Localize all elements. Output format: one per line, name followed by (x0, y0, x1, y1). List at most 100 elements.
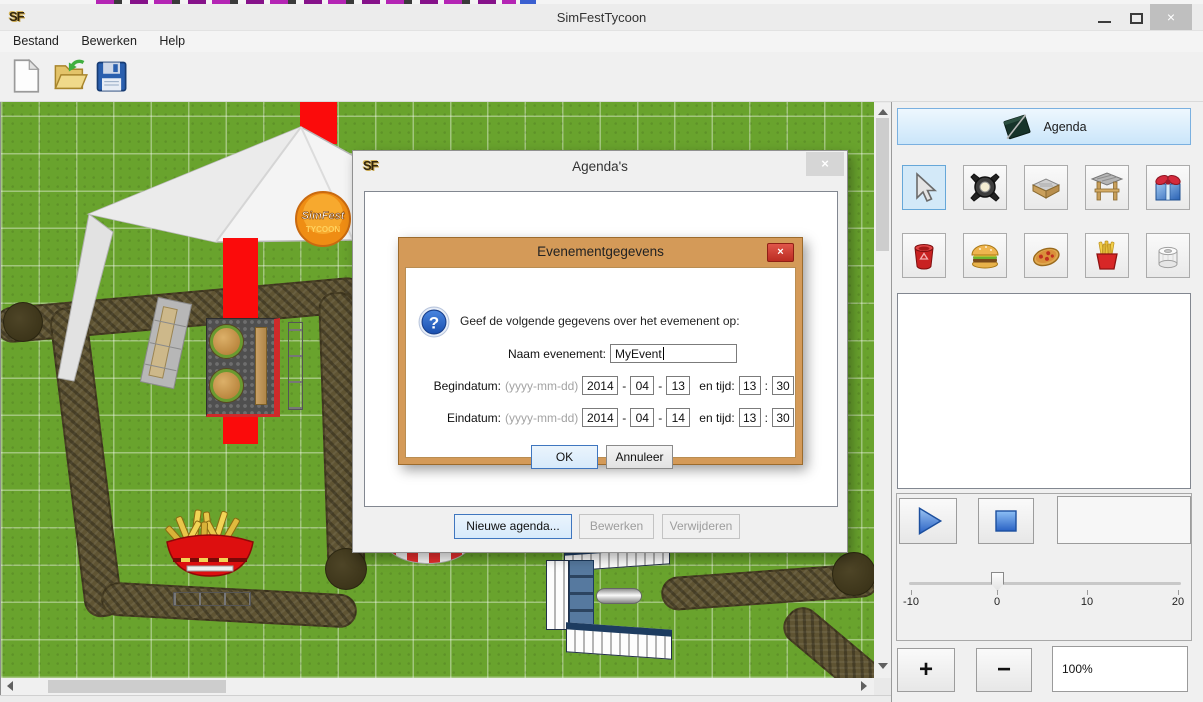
agendas-dialog-title: Agenda's (353, 159, 847, 174)
zoom-in-button[interactable]: + (897, 648, 955, 692)
new-document-icon (10, 58, 44, 94)
slider-label-max: 20 (1172, 596, 1184, 608)
scroll-up-icon[interactable] (878, 109, 888, 115)
horizontal-scroll-thumb[interactable] (48, 680, 226, 693)
minimize-button[interactable] (1090, 9, 1120, 29)
maximize-button[interactable] (1122, 9, 1152, 29)
minimize-icon (1098, 21, 1111, 23)
map-horizontal-scrollbar[interactable] (1, 678, 874, 695)
tool-burger[interactable] (963, 233, 1007, 278)
close-icon: × (821, 156, 829, 171)
spotlight-icon (968, 171, 1002, 205)
event-name-row: Naam evenement: MyEvent (412, 344, 737, 363)
menu-bestand[interactable]: Bestand (4, 31, 68, 48)
start-hour-input[interactable]: 13 (739, 376, 761, 395)
cylinder-bench (596, 588, 642, 604)
tool-pizza[interactable] (1024, 233, 1068, 278)
pizza-icon (1029, 239, 1063, 273)
title-bar[interactable]: SF SimFestTycoon × (0, 4, 1203, 30)
scaffold-icon (1090, 171, 1124, 205)
cancel-button[interactable]: Annuleer (606, 445, 673, 469)
event-name-value: MyEvent (615, 347, 662, 361)
edit-agenda-button[interactable]: Bewerken (579, 514, 654, 539)
event-dialog-titlebar[interactable]: Evenementgegevens × (399, 238, 802, 267)
start-day-input[interactable]: 13 (666, 376, 690, 395)
app-window: SF SimFestTycoon × Bestand Bewerken Help (0, 0, 1203, 702)
scroll-right-icon[interactable] (861, 681, 867, 691)
play-button[interactable] (899, 498, 957, 544)
end-hour-input[interactable]: 13 (739, 408, 761, 427)
new-file-button[interactable] (10, 58, 46, 96)
slider-label-ten: 10 (1081, 596, 1093, 608)
question-icon: ? (418, 306, 450, 338)
end-minute-input[interactable]: 30 (772, 408, 794, 427)
tool-select[interactable] (902, 165, 946, 210)
open-folder-icon (52, 58, 88, 94)
tool-trash[interactable] (902, 233, 946, 278)
start-year-input[interactable]: 2014 (582, 376, 618, 395)
delete-agenda-button[interactable]: Verwijderen (662, 514, 740, 539)
vertical-scroll-thumb[interactable] (876, 118, 889, 251)
playback-group: -10 0 10 20 (896, 493, 1192, 641)
path-knob (832, 552, 874, 596)
scroll-down-icon[interactable] (878, 663, 888, 669)
slider-tick (911, 590, 912, 595)
text-caret (663, 347, 664, 360)
agendas-dialog-close-button[interactable]: × (806, 152, 844, 176)
tool-gift[interactable] (1146, 165, 1190, 210)
plus-icon: + (919, 656, 933, 684)
sidebar-listbox[interactable] (897, 293, 1191, 489)
end-year-input[interactable]: 2014 (582, 408, 618, 427)
tool-spotlight[interactable] (963, 165, 1007, 210)
start-minute-input[interactable]: 30 (772, 376, 794, 395)
svg-text:TYCOON: TYCOON (306, 225, 340, 234)
tool-fries[interactable] (1085, 233, 1129, 278)
window-title: SimFestTycoon (0, 10, 1203, 25)
event-dialog-message: Geef de volgende gegevens over het eveme… (460, 314, 740, 328)
main-toolbar (0, 52, 1203, 102)
menu-bewerken[interactable]: Bewerken (72, 31, 146, 48)
map-vertical-scrollbar[interactable] (874, 103, 891, 678)
event-dialog-close-button[interactable]: × (767, 243, 794, 262)
close-button[interactable]: × (1150, 4, 1192, 31)
speed-slider-track[interactable] (909, 582, 1181, 585)
scroll-left-icon[interactable] (7, 681, 13, 691)
new-agenda-button[interactable]: Nieuwe agenda... (454, 514, 572, 539)
zoom-out-button[interactable]: − (976, 648, 1032, 692)
end-date-row: Eindatum: (yyyy-mm-dd) 2014 - 04 - 14 en… (412, 408, 794, 427)
tool-stage[interactable] (1024, 165, 1068, 210)
side-panel: Agenda (891, 102, 1203, 702)
path-knob (3, 302, 43, 342)
save-file-button[interactable] (94, 58, 130, 96)
path-knob (325, 548, 367, 590)
slider-tick (1178, 590, 1179, 595)
end-month-input[interactable]: 04 (630, 408, 654, 427)
fries-stand (159, 508, 261, 586)
tool-scaffold[interactable] (1085, 165, 1129, 210)
stop-button[interactable] (978, 498, 1034, 544)
start-month-input[interactable]: 04 (630, 376, 654, 395)
tool-toilet-paper[interactable] (1146, 233, 1190, 278)
agendas-dialog-titlebar[interactable]: SF Agenda's × (353, 151, 847, 181)
speed-slider-thumb[interactable] (991, 572, 1004, 591)
slider-tick (1087, 590, 1088, 595)
time-separator: : (765, 379, 768, 393)
menu-help[interactable]: Help (150, 31, 194, 48)
minus-icon: − (997, 656, 1011, 684)
agenda-book-icon (1001, 111, 1033, 143)
open-file-button[interactable] (52, 58, 88, 96)
close-icon: × (1167, 9, 1175, 25)
ok-button[interactable]: OK (531, 445, 598, 469)
playback-status-panel[interactable] (1057, 496, 1191, 544)
date-format-hint: (yyyy-mm-dd) (505, 379, 578, 393)
agenda-button[interactable]: Agenda (897, 108, 1191, 145)
burger-icon (968, 239, 1002, 273)
toilet-paper-icon (1151, 239, 1185, 273)
end-date-label: Eindatum: (447, 411, 501, 425)
close-icon: × (777, 246, 783, 258)
zoom-level-field[interactable]: 100% (1052, 646, 1188, 692)
event-dialog: Evenementgegevens × ? Geef de volgende g… (398, 237, 803, 465)
event-name-input[interactable]: MyEvent (610, 344, 737, 363)
maximize-icon (1130, 13, 1143, 24)
end-day-input[interactable]: 14 (666, 408, 690, 427)
